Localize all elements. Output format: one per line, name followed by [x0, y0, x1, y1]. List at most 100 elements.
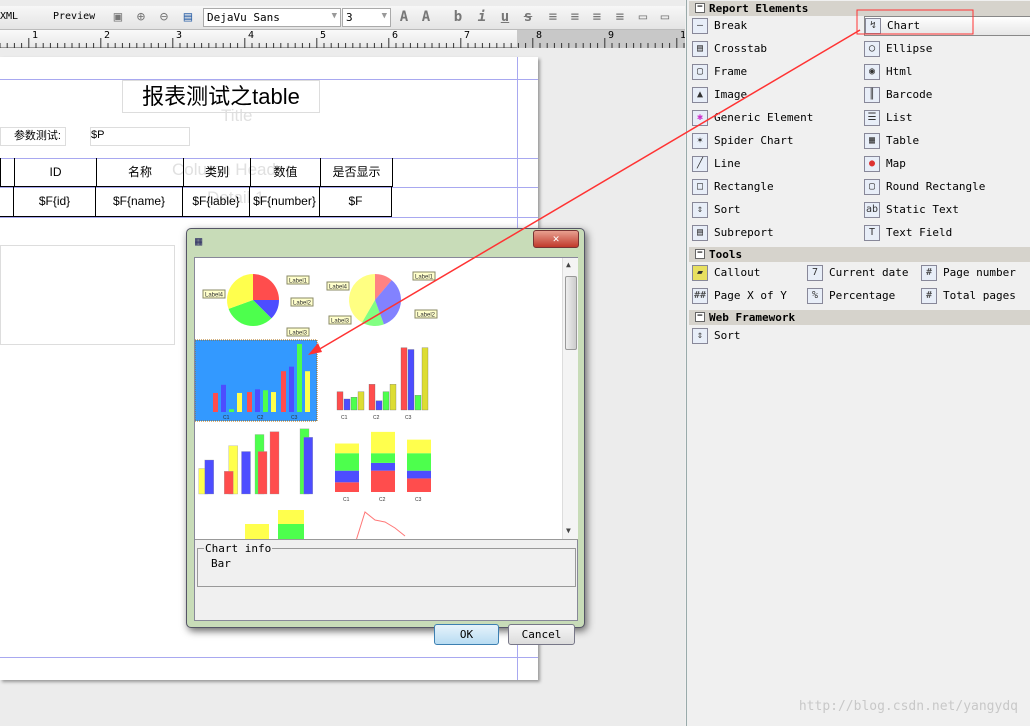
field-cell[interactable]: $F{number} [250, 187, 320, 217]
bar-segment [335, 443, 359, 454]
collapse-icon[interactable]: − [695, 249, 705, 259]
palette-item-map[interactable]: ● Map [864, 155, 906, 175]
column-header-cell[interactable] [1, 158, 15, 187]
column-header-cell[interactable]: 数值 [251, 158, 321, 187]
comment-icon[interactable]: ▣ [110, 9, 126, 25]
align-justify-icon[interactable]: ≡ [567, 9, 583, 25]
section-tools[interactable]: − Tools [689, 247, 1030, 262]
palette-item-current-date[interactable]: 7 Current date [807, 264, 908, 284]
palette-item-text-field[interactable]: T Text Field [864, 224, 952, 244]
thumb-xy-bar[interactable] [198, 428, 313, 495]
bar-segment [335, 453, 359, 471]
tab-xml[interactable]: XML [0, 11, 18, 22]
font-family-select[interactable]: DejaVu Sans ▼ [203, 8, 341, 27]
palette-item-label: Image [714, 88, 748, 101]
align-right-icon[interactable]: ≡ [612, 9, 628, 25]
palette-item-rectangle[interactable]: □ Rectangle [692, 178, 774, 198]
palette-item-page-number[interactable]: # Page number [921, 264, 1016, 284]
align-center-icon[interactable]: ≡ [589, 9, 605, 25]
align-middle-icon[interactable]: ▭ [657, 9, 673, 25]
thumb-pie-3d[interactable]: Label1 Label2 Label3 Label4 [326, 271, 438, 326]
decrease-font-icon[interactable]: A [418, 9, 434, 25]
palette-item-crosstab[interactable]: ▤ Crosstab [692, 40, 767, 60]
palette-item-table[interactable]: ▦ Table [864, 132, 919, 152]
thumb-pie[interactable]: Label1 Label2 Label3 Label4 [202, 274, 314, 337]
strikethrough-icon[interactable]: s [520, 9, 536, 25]
bold-icon[interactable]: b [450, 9, 466, 25]
palette-item-chart[interactable]: ↯ Chart [864, 16, 1030, 36]
palette-item-page-x-of-y[interactable]: ## Page X of Y [692, 287, 787, 307]
scrollbar-thumb[interactable] [565, 276, 577, 350]
increase-font-icon[interactable]: A [396, 9, 412, 25]
dialog-body: Label1 Label2 Label3 Label4 Label1 Label2 Labe… [194, 257, 578, 645]
palette-item-list[interactable]: ☰ List [864, 109, 913, 129]
field-cell[interactable]: $F{id} [14, 187, 96, 217]
report-title-text[interactable]: 报表测试之table [122, 80, 320, 113]
align-left-icon[interactable]: ≡ [545, 9, 561, 25]
zoom-in-icon[interactable]: ⊕ [133, 9, 149, 25]
bar-segment [407, 439, 431, 454]
cancel-button[interactable]: Cancel [508, 624, 575, 645]
palette-item-spider-chart[interactable]: ✶ Spider Chart [692, 132, 793, 152]
palette-item-sort[interactable]: ⇕ Sort [692, 201, 741, 221]
bar [343, 398, 351, 411]
param-label[interactable]: 参数测试: [0, 127, 66, 146]
palette-item-html[interactable]: ◉ Html [864, 63, 913, 83]
empty-element[interactable] [0, 245, 175, 345]
underline-icon[interactable]: u [497, 9, 513, 25]
palette-item-break[interactable]: — Break [692, 17, 747, 37]
palette-item-sort[interactable]: ⇕ Sort [692, 327, 741, 347]
field-cell[interactable]: $F [320, 187, 392, 217]
scroll-up-icon[interactable]: ▲ [566, 260, 571, 269]
pie-label: Label4 [205, 293, 224, 299]
align-top-icon[interactable]: ▭ [635, 9, 651, 25]
column-header-cell[interactable]: 是否显示 [321, 158, 393, 187]
format-painter-icon[interactable]: ▤ [180, 9, 196, 25]
param-field[interactable]: $P [90, 127, 190, 146]
field-cell[interactable]: $F{lable} [183, 187, 250, 217]
detail-row: $F{id} $F{name} $F{lable} $F{number} $F [0, 187, 393, 217]
gallery-scrollbar[interactable]: ▲ ▼ [562, 258, 578, 539]
thumb-stacked-bar[interactable]: C1 C2 C3 [335, 431, 431, 503]
thumb-line[interactable] [355, 511, 406, 540]
close-button[interactable]: ✕ [533, 230, 579, 248]
palette-item-image[interactable]: ▲ Image [692, 86, 747, 106]
scroll-down-icon[interactable]: ▼ [566, 526, 571, 535]
column-header-cell[interactable]: 名称 [97, 158, 184, 187]
palette-item-line[interactable]: ╱ Line [692, 155, 741, 175]
field-cell[interactable] [0, 187, 14, 217]
zoom-out-icon[interactable]: ⊖ [156, 9, 172, 25]
italic-icon[interactable]: i [474, 9, 490, 25]
palette-item-total-pages[interactable]: # Total pages [921, 287, 1016, 307]
line-icon: ╱ [692, 156, 708, 172]
palette-item-percentage[interactable]: % Percentage [807, 287, 895, 307]
section-web-framework[interactable]: − Web Framework [689, 310, 1030, 325]
field-cell[interactable]: $F{name} [96, 187, 183, 217]
bar [269, 431, 280, 495]
collapse-icon[interactable]: − [695, 3, 705, 13]
column-header-cell[interactable]: 类别 [184, 158, 251, 187]
chart-icon: ↯ [865, 18, 881, 34]
bar [229, 409, 234, 412]
section-report-elements[interactable]: − Report Elements [689, 1, 1030, 16]
bar [350, 397, 358, 411]
collapse-icon[interactable]: − [695, 312, 705, 322]
palette-item-ellipse[interactable]: ◯ Ellipse [864, 40, 932, 60]
pie-slice [253, 274, 279, 300]
font-size-select[interactable]: 3 ▼ [342, 8, 391, 27]
palette-item-generic-element[interactable]: ✱ Generic Element [692, 109, 813, 129]
palette-item-round-rectangle[interactable]: ▢ Round Rectangle [864, 178, 985, 198]
ok-button[interactable]: OK [434, 624, 499, 645]
palette-item-static-text[interactable]: ab Static Text [864, 201, 959, 221]
tab-preview[interactable]: Preview [53, 11, 95, 22]
bar-segment [245, 524, 269, 539]
palette-item-frame[interactable]: ▢ Frame [692, 63, 747, 83]
thumb-bar-3d[interactable]: C1 C2 C3 [336, 347, 429, 421]
palette-item-callout[interactable]: ▰ Callout [692, 264, 760, 284]
column-header-cell[interactable]: ID [15, 158, 97, 187]
thumb-bar[interactable]: C1 C2 C3 [195, 339, 318, 422]
chart-type-dialog: ▦ ✕ Label1 Label2 Label3 Label4 Label1 Label2… [186, 228, 585, 645]
thumb-stacked-bar-3d[interactable] [245, 510, 304, 540]
palette-item-barcode[interactable]: ║ Barcode [864, 86, 932, 106]
palette-item-subreport[interactable]: ▤ Subreport [692, 224, 774, 244]
